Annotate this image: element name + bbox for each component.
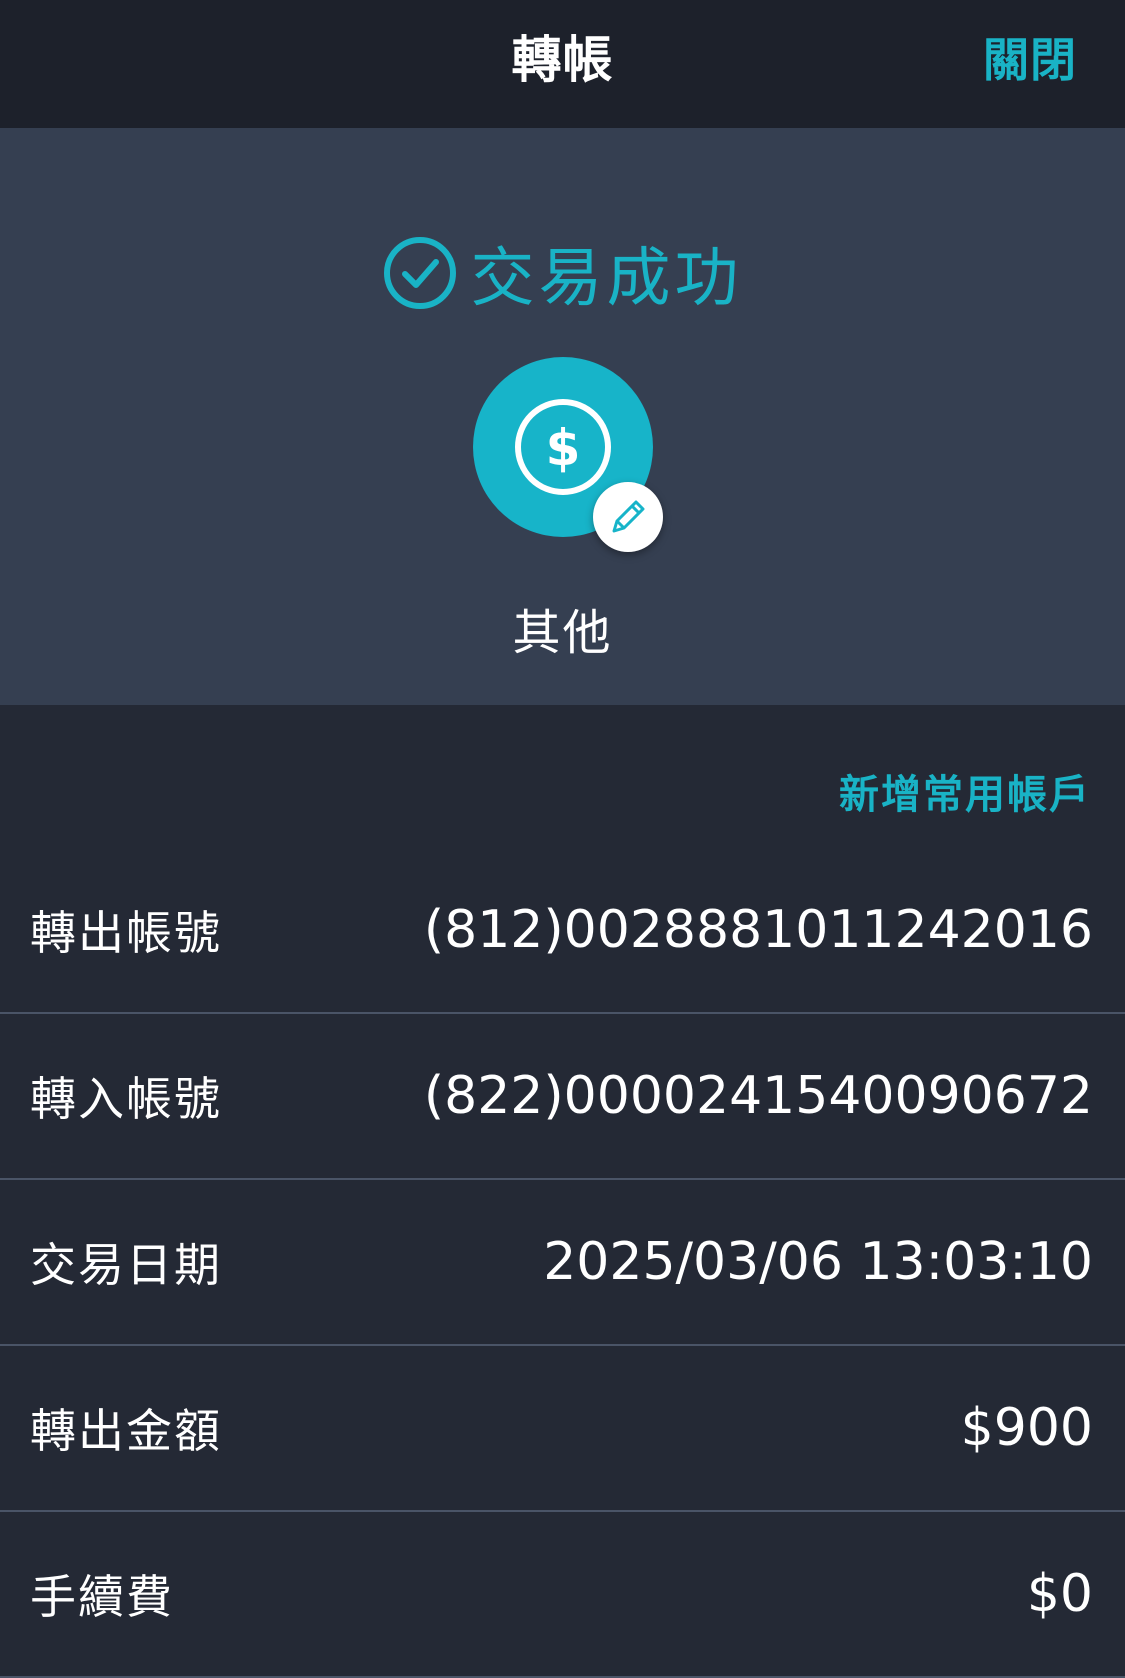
dollar-icon: $ xyxy=(515,399,611,495)
detail-row-target-account: 轉入帳號 (822)0000241540090672 xyxy=(0,1014,1125,1180)
status-text: 交易成功 xyxy=(470,242,743,316)
detail-value: (812)0028881011242016 xyxy=(423,900,1093,960)
category-label: 其他 xyxy=(512,605,613,661)
detail-label: 轉入帳號 xyxy=(30,1072,222,1126)
detail-label: 轉出金額 xyxy=(30,1404,222,1458)
check-circle-icon xyxy=(383,236,457,310)
page-title: 轉帳 xyxy=(511,31,614,89)
detail-label: 轉出帳號 xyxy=(30,906,222,960)
add-favorite-account-button[interactable]: 新增常用帳戶 xyxy=(839,762,1091,820)
detail-row-amount: 轉出金額 $900 xyxy=(0,1346,1125,1512)
detail-label: 手續費 xyxy=(30,1570,174,1624)
close-button[interactable]: 關閉 xyxy=(983,24,1077,90)
transfer-result-page: 轉帳 關閉 交易成功 $ 其他 新增常用帳戶 轉出帳號 (812)0028881… xyxy=(0,0,1125,1678)
result-summary: 交易成功 $ 其他 xyxy=(0,128,1125,705)
svg-text:$: $ xyxy=(546,419,581,477)
top-navbar: 轉帳 關閉 xyxy=(0,0,1125,128)
detail-row-transaction-date: 交易日期 2025/03/06 13:03:10 xyxy=(0,1180,1125,1346)
detail-row-source-account: 轉出帳號 (812)0028881011242016 xyxy=(0,848,1125,1014)
detail-value: (822)0000241540090672 xyxy=(423,1066,1093,1126)
detail-value: $0 xyxy=(1026,1564,1093,1624)
detail-value: 2025/03/06 13:03:10 xyxy=(543,1232,1093,1292)
detail-value: $900 xyxy=(960,1398,1093,1458)
status-row: 交易成功 xyxy=(0,228,1125,318)
detail-list: 轉出帳號 (812)0028881011242016 轉入帳號 (822)000… xyxy=(0,848,1125,1678)
pencil-icon xyxy=(612,500,645,533)
edit-category-button[interactable] xyxy=(593,482,663,552)
detail-label: 交易日期 xyxy=(30,1238,222,1292)
detail-row-fee: 手續費 $0 xyxy=(0,1512,1125,1678)
